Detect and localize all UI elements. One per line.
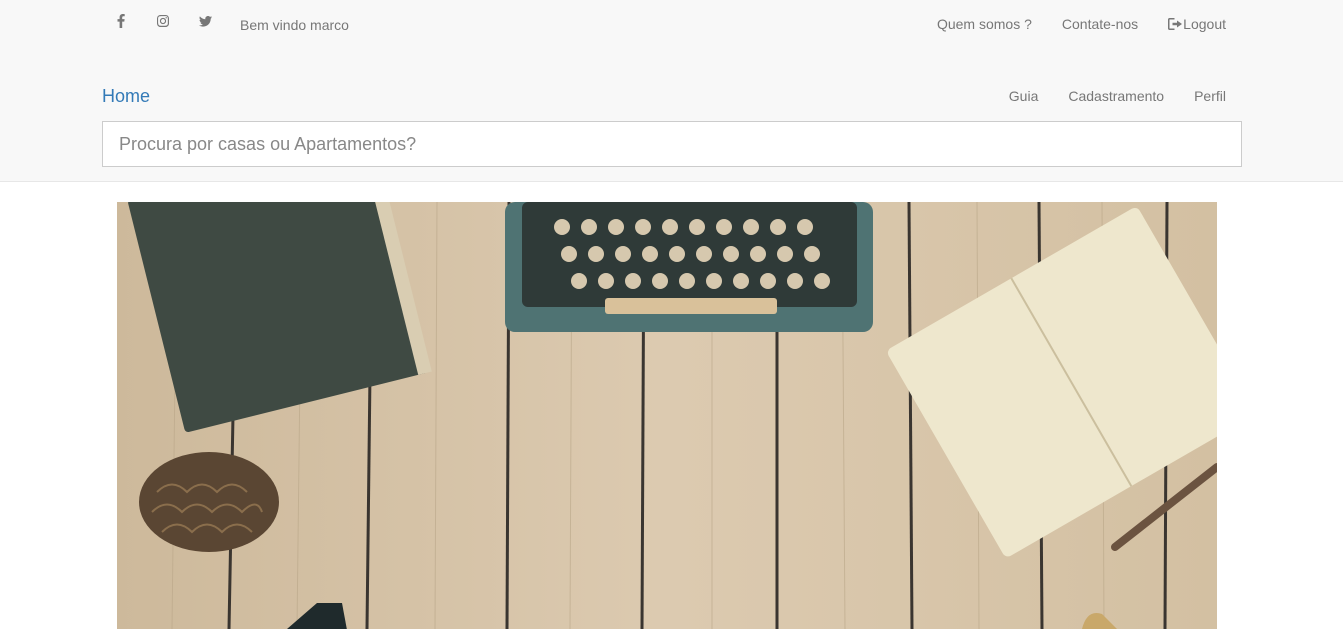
twitter-icon[interactable] xyxy=(197,13,213,29)
facebook-icon[interactable] xyxy=(113,13,129,29)
contact-link[interactable]: Contate-nos xyxy=(1062,16,1138,32)
top-links: Quem somos ? Contate-nos Logout xyxy=(937,16,1226,32)
nav-item-guia[interactable]: Guia xyxy=(1009,88,1039,104)
main-nav: Guia Cadastramento Perfil xyxy=(1009,88,1226,104)
nav-item-cadastramento[interactable]: Cadastramento xyxy=(1068,88,1164,104)
brand-home-link[interactable]: Home xyxy=(102,86,150,107)
instagram-icon[interactable] xyxy=(155,13,171,29)
welcome-message: Bem vindo marco xyxy=(240,17,349,33)
nav-item-perfil[interactable]: Perfil xyxy=(1194,88,1226,104)
logout-link[interactable]: Logout xyxy=(1168,16,1226,32)
hero-image xyxy=(117,202,1217,629)
logout-label: Logout xyxy=(1183,16,1226,32)
search-input[interactable] xyxy=(102,121,1242,167)
social-links xyxy=(113,13,239,29)
about-link[interactable]: Quem somos ? xyxy=(937,16,1032,32)
site-header: Bem vindo marco Quem somos ? Contate-nos… xyxy=(0,0,1343,182)
logout-icon xyxy=(1168,18,1183,30)
